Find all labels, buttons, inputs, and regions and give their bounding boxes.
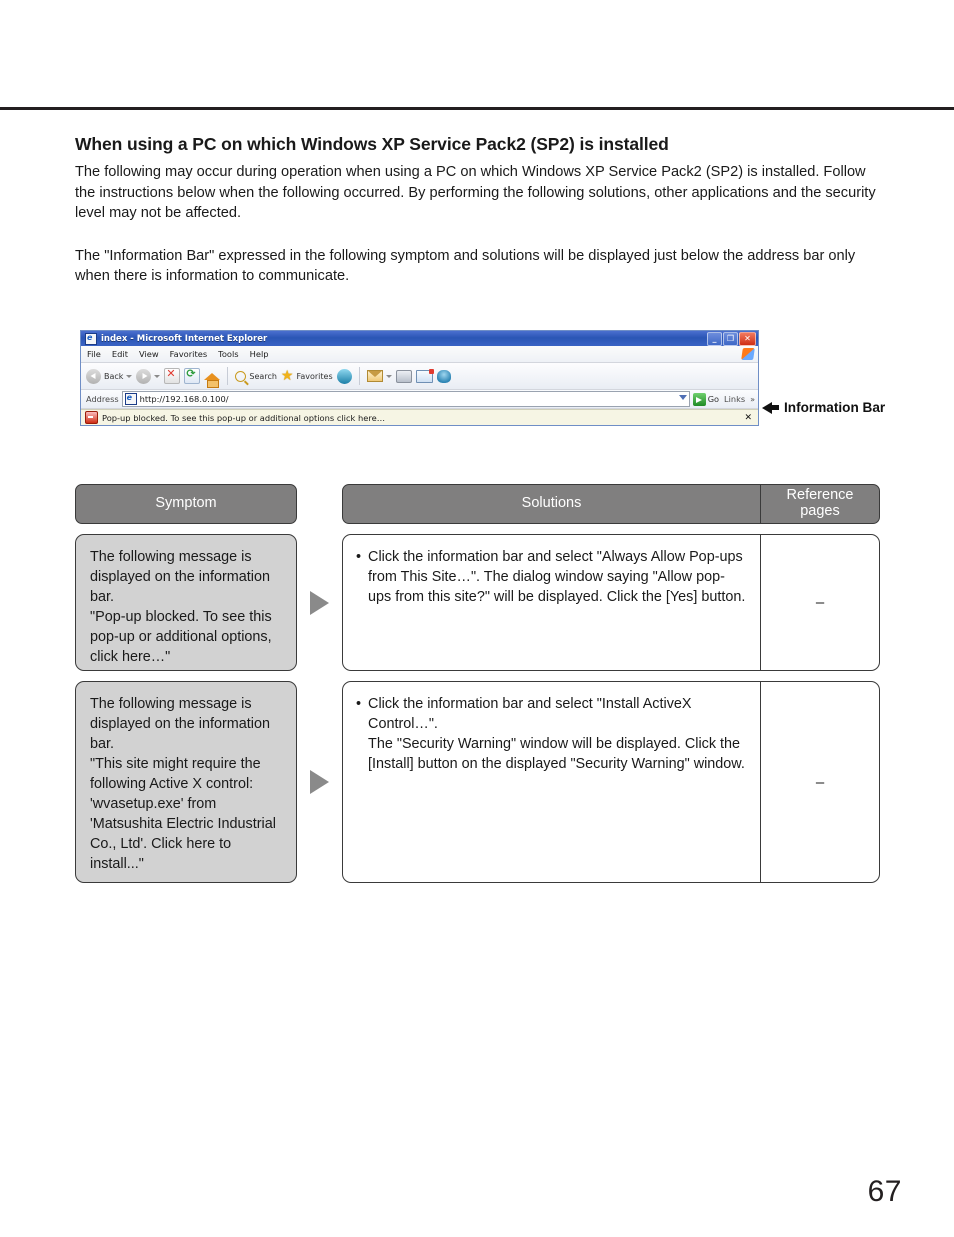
menu-item-view[interactable]: View (139, 349, 159, 359)
menu-item-help[interactable]: Help (250, 349, 269, 359)
search-button-label: Search (249, 371, 277, 381)
address-input[interactable]: http://192.168.0.100/ (121, 391, 690, 407)
print-icon[interactable] (395, 369, 412, 383)
mail-chevron-down-icon[interactable] (385, 374, 392, 378)
symptom-cell: The following message is displayed on th… (75, 681, 297, 883)
callout-label: Information Bar (784, 400, 886, 415)
internet-explorer-icon (85, 332, 97, 345)
go-arrow-icon (692, 392, 706, 406)
menu-item-file[interactable]: File (87, 349, 101, 359)
intro-paragraph-1: The following may occur during operation… (75, 164, 876, 222)
browser-menu-bar: File Edit View Favorites Tools Help (81, 346, 758, 363)
forward-arrow-icon (136, 368, 152, 384)
reference-cell: – (815, 773, 825, 791)
bullet-icon: • (356, 549, 362, 565)
star-icon: ★ (280, 368, 294, 384)
column-header-symptom: Symptom (75, 484, 297, 524)
header-spacer (297, 484, 342, 524)
mail-icon (366, 370, 383, 382)
reference-cell: – (815, 594, 825, 611)
solution-cell: • Click the information bar and select "… (343, 535, 761, 670)
close-button[interactable]: ✕ (739, 332, 756, 346)
minimize-button[interactable]: _ (707, 332, 722, 346)
go-button-label: Go (707, 394, 720, 404)
information-bar-message: Pop-up blocked. To see this pop-up or ad… (102, 412, 385, 423)
address-url-value: http://192.168.0.100/ (139, 394, 229, 404)
right-triangle-icon (310, 590, 329, 615)
solution-text: Click the information bar and select "Al… (368, 549, 746, 606)
media-icon[interactable] (336, 368, 352, 384)
solution-text: Click the information bar and select "In… (368, 696, 745, 773)
table-header-row: Symptom Solutions Reference pages (75, 484, 880, 524)
address-chevron-down-icon[interactable] (678, 395, 687, 400)
browser-screenshot-figure: index - Microsoft Internet Explorer _ ❐ … (80, 330, 759, 426)
page-top-rule (0, 107, 954, 110)
toolbar-divider (227, 367, 229, 385)
column-header-group: Solutions Reference pages (342, 484, 880, 524)
browser-window-title: index - Microsoft Internet Explorer (101, 333, 268, 344)
back-history-chevron-down-icon[interactable] (126, 374, 133, 378)
browser-address-bar: Address http://192.168.0.100/ Go Links » (81, 390, 758, 409)
symptom-solutions-table: Symptom Solutions Reference pages The fo… (75, 484, 880, 883)
solution-reference-group: • Click the information bar and select "… (342, 681, 880, 883)
solution-cell: • Click the information bar and select "… (343, 682, 761, 882)
flow-arrow (297, 534, 342, 671)
address-label: Address (86, 394, 119, 404)
information-bar[interactable]: Pop-up blocked. To see this pop-up or ad… (81, 409, 758, 425)
intro-paragraph-2: The "Information Bar" expressed in the f… (75, 247, 856, 285)
table-row: The following message is displayed on th… (75, 534, 880, 671)
go-button[interactable]: Go (692, 392, 720, 406)
restore-icon: ❐ (726, 334, 735, 343)
back-button-label: Back (104, 371, 124, 381)
intro-section: When using a PC on which Windows XP Serv… (75, 134, 880, 287)
edit-icon[interactable] (415, 368, 434, 383)
menu-item-edit[interactable]: Edit (112, 349, 128, 359)
bullet-icon: • (356, 696, 362, 712)
home-icon[interactable] (204, 372, 221, 388)
symptom-cell: The following message is displayed on th… (75, 534, 297, 671)
browser-toolbar: Back Search ★ Favorites (81, 363, 758, 390)
table-row: The following message is displayed on th… (75, 681, 880, 883)
refresh-icon[interactable] (184, 367, 201, 384)
messenger-icon[interactable] (436, 369, 451, 383)
links-label[interactable]: Links (722, 394, 747, 404)
favorites-button-label: Favorites (296, 371, 333, 381)
stop-icon[interactable] (164, 367, 181, 384)
back-arrow-icon (86, 368, 101, 384)
search-button[interactable]: Search (235, 370, 277, 382)
browser-title-bar: index - Microsoft Internet Explorer _ ❐ … (81, 331, 758, 346)
restore-button[interactable]: ❐ (723, 332, 738, 346)
windows-flag-icon (741, 348, 755, 360)
flow-arrow (297, 681, 342, 883)
page-icon (124, 392, 137, 405)
information-bar-callout: Information Bar (762, 400, 885, 415)
search-icon (235, 370, 247, 382)
favorites-button[interactable]: ★ Favorites (281, 369, 333, 383)
forward-button[interactable] (136, 368, 161, 384)
menu-item-tools[interactable]: Tools (218, 349, 238, 359)
block-icon (85, 411, 98, 424)
page-number: 67 (867, 1175, 902, 1208)
right-triangle-icon (310, 770, 329, 794)
column-header-reference-pages: Reference pages (786, 487, 854, 519)
information-bar-close-icon[interactable]: ✕ (744, 413, 754, 423)
solution-reference-group: • Click the information bar and select "… (342, 534, 880, 671)
menu-item-favorites[interactable]: Favorites (170, 349, 207, 359)
close-icon: ✕ (744, 334, 751, 343)
back-button[interactable]: Back (86, 368, 133, 384)
page-title: When using a PC on which Windows XP Serv… (75, 134, 669, 154)
left-arrow-icon (762, 401, 779, 414)
toolbar-divider-2 (358, 367, 360, 385)
forward-history-chevron-down-icon[interactable] (154, 374, 161, 378)
minimize-icon: _ (712, 334, 717, 343)
chevron-double-right-icon[interactable]: » (750, 395, 755, 404)
column-header-solutions: Solutions (343, 485, 761, 523)
window-controls: _ ❐ ✕ (707, 332, 756, 346)
mail-button[interactable] (366, 370, 392, 382)
